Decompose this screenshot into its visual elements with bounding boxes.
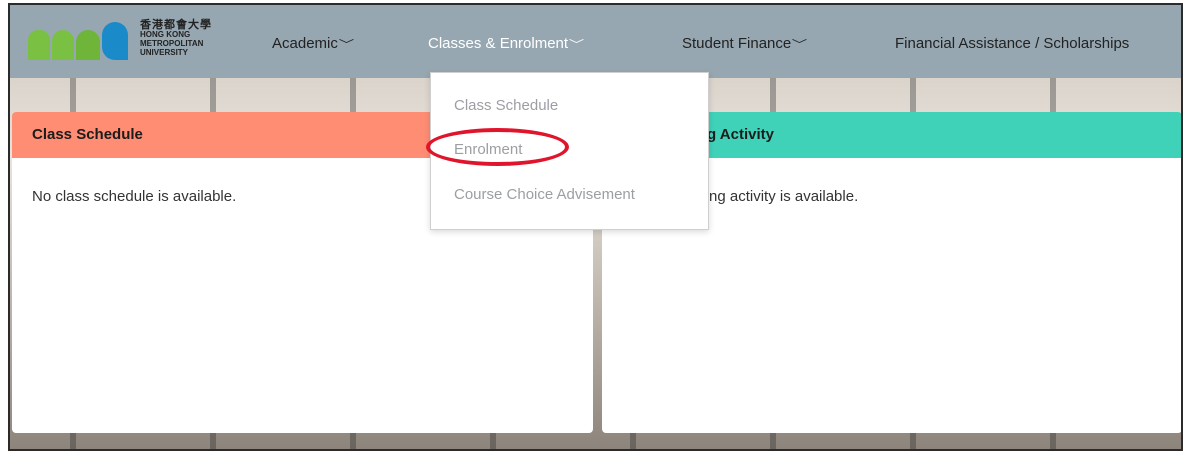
nav-academic[interactable]: Academic﹀ xyxy=(272,35,355,52)
university-logo[interactable]: 香港都會大學 HONG KONG METROPOLITAN UNIVERSITY xyxy=(28,18,238,62)
app-window: 香港都會大學 HONG KONG METROPOLITAN UNIVERSITY… xyxy=(8,3,1183,451)
chevron-down-icon: ﹀ xyxy=(338,39,355,51)
chevron-down-icon: ﹀ xyxy=(568,39,585,51)
nav-classes-enrolment-label: Classes & Enrolment xyxy=(428,35,569,52)
logo-english-line: HONG KONG xyxy=(140,30,191,39)
top-navbar: 香港都會大學 HONG KONG METROPOLITAN UNIVERSITY… xyxy=(10,5,1181,78)
activity-header-title: g Activity xyxy=(707,126,774,143)
activity-message: ng activity is available. xyxy=(709,188,859,205)
nav-student-finance[interactable]: Student Finance﹀ xyxy=(682,35,808,52)
logo-wordmark: 香港都會大學 HONG KONG METROPOLITAN UNIVERSITY xyxy=(140,19,212,58)
classes-enrolment-dropdown: Class Schedule Enrolment Course Choice A… xyxy=(430,72,709,230)
nav-student-finance-label: Student Finance xyxy=(682,35,792,52)
nav-academic-label: Academic xyxy=(272,35,338,52)
logo-english-line: METROPOLITAN xyxy=(140,39,204,48)
dropdown-item-course-choice-advisement[interactable]: Course Choice Advisement xyxy=(454,186,635,203)
nav-financial-assistance-label: Financial Assistance / Scholarships xyxy=(895,35,1130,52)
nav-classes-enrolment[interactable]: Classes & Enrolment﹀ xyxy=(428,35,585,52)
dropdown-item-class-schedule[interactable]: Class Schedule xyxy=(454,97,558,114)
logo-mark-icon xyxy=(28,18,132,62)
logo-chinese-name: 香港都會大學 xyxy=(140,19,212,31)
logo-english-line: UNIVERSITY xyxy=(140,48,189,57)
chevron-down-icon: ﹀ xyxy=(792,39,808,51)
dropdown-item-enrolment[interactable]: Enrolment xyxy=(454,141,522,158)
nav-financial-assistance[interactable]: Financial Assistance / Scholarships xyxy=(895,35,1129,52)
